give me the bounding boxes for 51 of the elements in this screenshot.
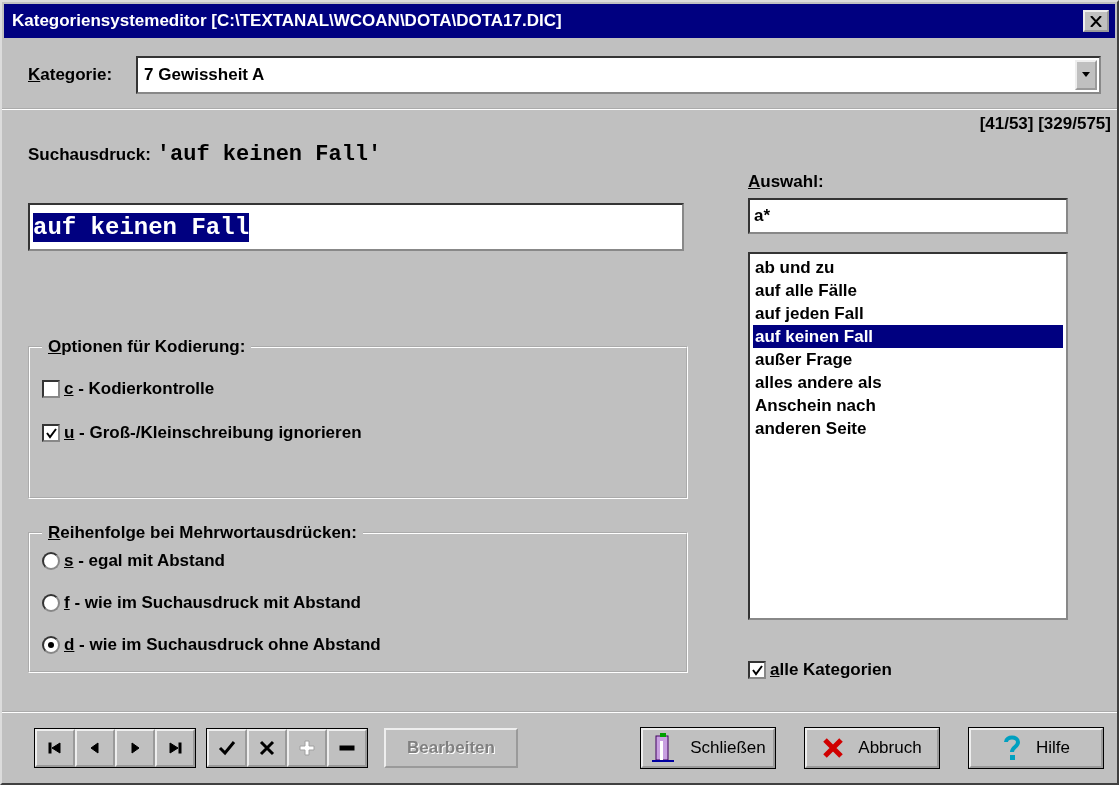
checkbox[interactable] [748, 661, 766, 679]
window-title: Kategoriensystemeditor [C:\TEXTANAL\WCOAN\DOTA\DOTA17.DIC] [12, 11, 563, 31]
close-button[interactable] [1083, 10, 1109, 32]
list-item[interactable]: auf keinen Fall [753, 325, 1063, 348]
edit-tool-button[interactable] [327, 729, 367, 767]
list-item[interactable]: auf jeden Fall [753, 302, 1063, 325]
door-icon [650, 733, 677, 763]
radio-button[interactable] [42, 636, 60, 654]
checkbox[interactable] [42, 424, 60, 442]
navigation-button[interactable] [35, 729, 75, 767]
radio-label: f - wie im Suchausdruck mit Abstand [64, 593, 361, 613]
cross-icon [822, 737, 845, 759]
list-item[interactable]: Anschein nach [753, 394, 1063, 417]
radio-button[interactable] [42, 594, 60, 612]
expression-field[interactable]: auf keinen Fall [28, 203, 684, 251]
first-icon [47, 742, 63, 754]
group-title: Optionen für Kodierung: [47, 337, 247, 357]
radio-label: d - wie im Suchausdruck ohne Abstand [64, 635, 381, 655]
last-icon [167, 742, 183, 754]
list-item[interactable]: außer Frage [753, 348, 1063, 371]
category-dropdown[interactable]: 7 Gewissheit A [136, 56, 1101, 94]
action-button[interactable]: Abbruch [805, 728, 939, 768]
cross-icon [259, 740, 275, 756]
navigation-button[interactable] [155, 729, 195, 767]
check-icon [218, 740, 236, 756]
navigation-button[interactable] [75, 729, 115, 767]
checkbox-label: c - Kodierkontrolle [64, 379, 215, 399]
navigation-button[interactable] [115, 729, 155, 767]
checkbox-label: u - Groß-/Kleinschreibung ignorieren [64, 423, 362, 443]
radio-label: s - egal mit Abstand [64, 551, 225, 571]
checkbox-label: alle Kategorien [770, 660, 892, 680]
counter-text: [41/53] [329/575] [979, 114, 1111, 134]
plus-icon [299, 740, 315, 756]
edit-tool-button[interactable] [207, 729, 247, 767]
list-item[interactable]: ab und zu [753, 256, 1063, 279]
search-expression: 'auf keinen Fall' [156, 142, 382, 167]
radio-button[interactable] [42, 552, 60, 570]
checkbox[interactable] [42, 380, 60, 398]
edit-tool-button[interactable] [247, 729, 287, 767]
group-title: Reihenfolge bei Mehrwortausdrücken: [47, 523, 358, 543]
search-expression-label: Suchausdruck: [28, 145, 151, 165]
list-item[interactable]: auf alle Fälle [753, 279, 1063, 302]
action-button[interactable]: Schließen [641, 728, 775, 768]
filter-field[interactable]: a* [748, 198, 1068, 234]
question-mark-icon [1002, 734, 1022, 762]
action-button[interactable]: Hilfe [969, 728, 1103, 768]
close-icon [1090, 15, 1102, 27]
list-item[interactable]: alles andere als [753, 371, 1063, 394]
selection-label: Auswahl: [748, 172, 824, 192]
category-label: Kategorie: [28, 65, 113, 85]
list-item[interactable]: anderen Seite [753, 417, 1063, 440]
